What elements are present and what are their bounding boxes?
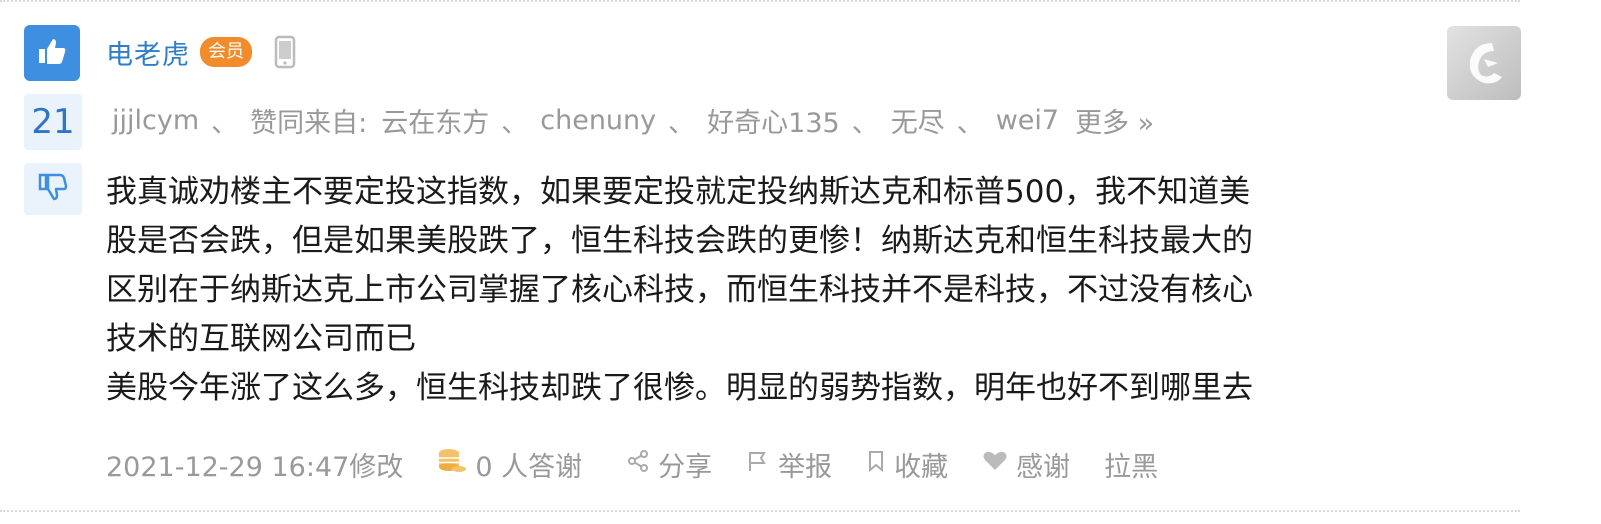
- thumbs-down-icon: [38, 173, 68, 205]
- share-button[interactable]: 分享: [626, 445, 712, 484]
- flag-icon: [746, 449, 778, 480]
- liker-link[interactable]: 好奇心135: [707, 101, 840, 140]
- separator: 、: [668, 107, 696, 139]
- block-user-button[interactable]: 拉黑: [1104, 445, 1158, 484]
- like-button[interactable]: [24, 25, 80, 81]
- like-count: 21: [24, 94, 82, 150]
- separator: 、: [501, 107, 529, 139]
- separator: 、: [211, 107, 239, 139]
- likers-row: jjjlcym 、 赞同来自: 云在东方 、 chenuny 、 好奇心135 …: [112, 98, 1154, 142]
- post-timestamp: 2021-12-29 16:47修改: [106, 451, 404, 483]
- liker-link[interactable]: 无尽: [891, 101, 945, 140]
- report-label: 举报: [778, 451, 833, 483]
- separator: 、: [956, 107, 984, 139]
- coins-icon: [437, 447, 475, 482]
- thanks-count: 0 人答谢: [437, 445, 582, 484]
- post-content: 我真诚劝楼主不要定投这指数，如果要定投就定投纳斯达克和标普500，我不知道美 股…: [106, 168, 1406, 413]
- liker-link[interactable]: jjjlcym: [112, 105, 199, 136]
- author-name[interactable]: 电老虎: [106, 33, 190, 72]
- thanks-count-text: 0 人答谢: [475, 451, 583, 483]
- more-likers-link[interactable]: 更多 »: [1075, 101, 1154, 140]
- thumbs-up-icon: [37, 37, 67, 69]
- author-avatar[interactable]: [1447, 26, 1521, 100]
- favorite-button[interactable]: 收藏: [866, 445, 948, 484]
- post-header: 电老虎 会员: [106, 30, 296, 74]
- liked-from-label: 赞同来自:: [250, 107, 368, 139]
- mobile-phone-icon: [274, 35, 296, 69]
- favorite-label: 收藏: [894, 451, 949, 483]
- thank-label: 感谢: [1016, 451, 1071, 483]
- liker-link[interactable]: chenuny: [540, 105, 656, 136]
- post-footer: 2021-12-29 16:47修改 0 人答谢 分享 举报 收藏 感谢 拉黑: [106, 440, 1158, 488]
- content-line: 我真诚劝楼主不要定投这指数，如果要定投就定投纳斯达克和标普500，我不知道美: [106, 174, 1251, 210]
- member-badge: 会员: [200, 37, 252, 67]
- share-label: 分享: [658, 451, 713, 483]
- bottom-divider: [0, 510, 1520, 512]
- content-line: 技术的互联网公司而已: [106, 321, 416, 357]
- dislike-button[interactable]: [24, 163, 82, 215]
- liker-link[interactable]: wei7: [996, 105, 1059, 136]
- bookmark-icon: [866, 449, 894, 480]
- separator: 、: [851, 107, 879, 139]
- content-line: 美股今年涨了这么多，恒生科技却跌了很惨。明显的弱势指数，明年也好不到哪里去: [106, 370, 1253, 406]
- top-divider: [0, 0, 1520, 2]
- content-line: 区别在于纳斯达克上市公司掌握了核心科技，而恒生科技并不是科技，不过没有核心: [106, 272, 1253, 308]
- report-button[interactable]: 举报: [746, 445, 832, 484]
- content-line: 股是否会跌，但是如果美股跌了，恒生科技会跌的更惨！纳斯达克和恒生科技最大的: [106, 223, 1253, 259]
- liker-link[interactable]: 云在东方: [381, 101, 489, 140]
- heart-icon: [982, 449, 1016, 480]
- thank-button[interactable]: 感谢: [982, 445, 1070, 484]
- share-icon: [626, 449, 658, 480]
